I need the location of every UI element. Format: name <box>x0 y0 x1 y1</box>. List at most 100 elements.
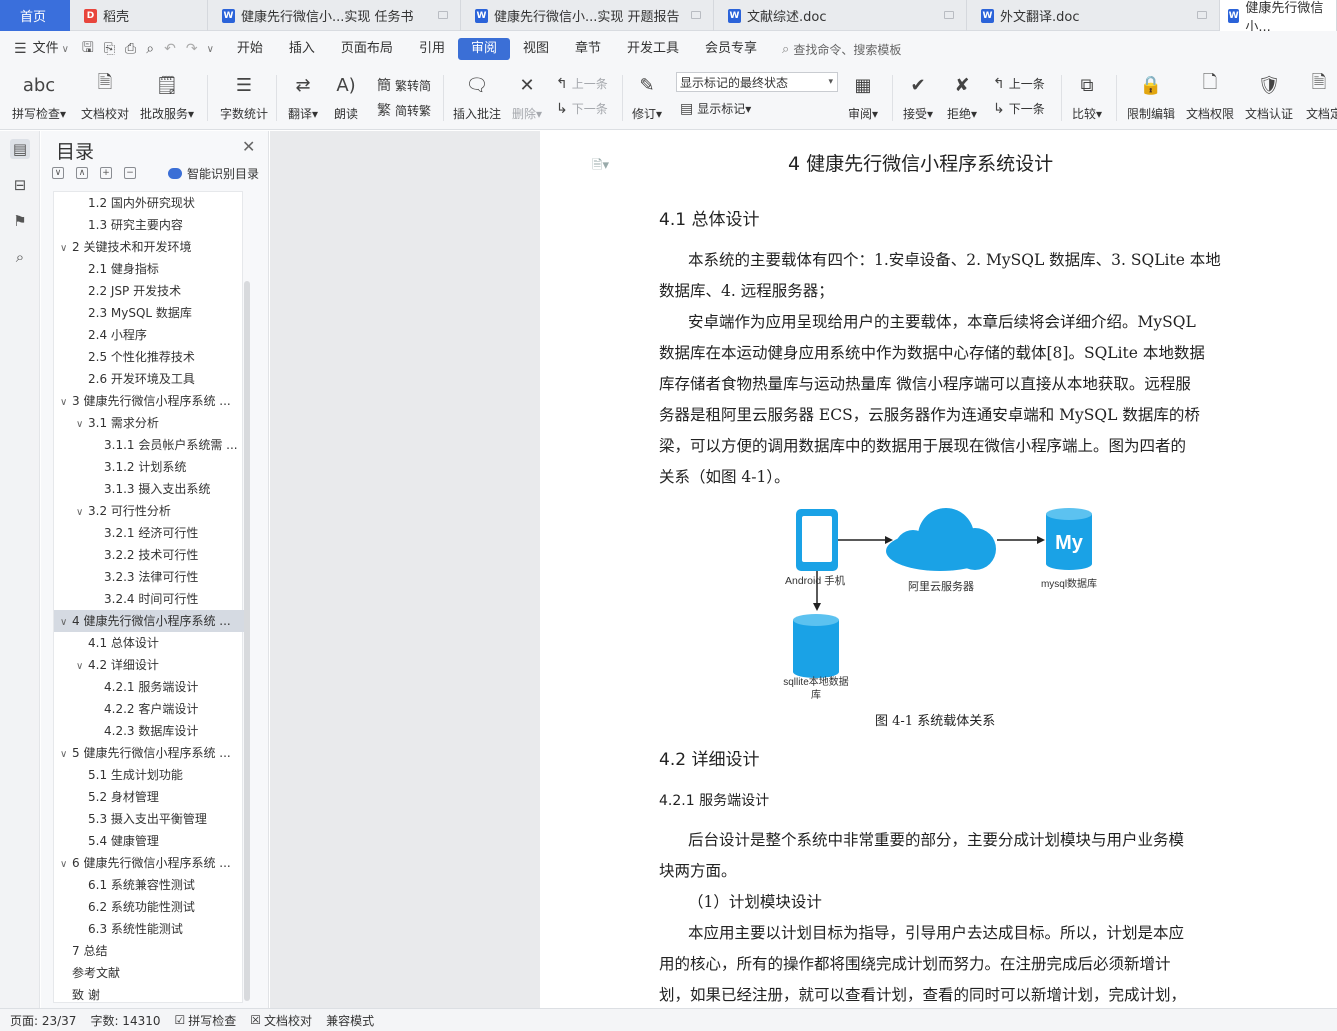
restrict-edit-button[interactable]: 🔒 限制编辑 <box>1127 71 1175 122</box>
expand-up-icon[interactable]: ∧ <box>76 167 88 179</box>
toc-item[interactable]: 5.3 摄入支出平衡管理 <box>54 808 244 830</box>
command-search-input[interactable]: 查找命令、搜索模板 <box>793 41 901 58</box>
tab-doc-translation[interactable]: W 外文翻译.doc <box>967 0 1220 31</box>
toc-item[interactable]: 5.1 生成计划功能 <box>54 764 244 786</box>
chevron-down-icon[interactable]: ∨ <box>76 414 88 434</box>
toc-item[interactable]: 3.2.3 法律可行性 <box>54 566 244 588</box>
reject-button[interactable]: ✘ 拒绝▾ <box>947 71 977 122</box>
toc-icon[interactable]: ▤ <box>10 139 30 159</box>
doc-certify-button[interactable]: 🛡 文档认证 <box>1245 71 1293 122</box>
toc-item[interactable]: 6.3 系统性能测试 <box>54 918 244 940</box>
word-count[interactable]: 字数: 14310 <box>90 1012 160 1029</box>
show-markup-button[interactable]: ▤ 显示标记 ▾ <box>680 100 751 117</box>
toc-item[interactable]: 5.4 健康管理 <box>54 830 244 852</box>
window-icon[interactable] <box>438 11 448 19</box>
tab-home[interactable]: 首页 <box>0 0 70 31</box>
export-icon[interactable]: ⎘ <box>104 41 115 57</box>
read-aloud-button[interactable]: A) 朗读 <box>333 71 359 122</box>
page-format-icon[interactable]: 🗎▾ <box>592 156 609 178</box>
chevron-down-icon[interactable]: ∨ <box>60 854 72 874</box>
undo-icon[interactable]: ↶ <box>164 41 176 57</box>
chevron-down-icon[interactable]: ∨ <box>76 656 88 676</box>
chevron-down-icon[interactable]: ∨ <box>60 238 72 258</box>
tab-doc-proposal[interactable]: W 健康先行微信小...实现 开题报告 <box>461 0 714 31</box>
chevron-down-icon[interactable]: ∨ <box>76 502 88 522</box>
tab-doc-active[interactable]: W 健康先行微信小... <box>1220 0 1337 35</box>
tab-doc-review[interactable]: W 文献综述.doc <box>714 0 967 31</box>
delete-comment-button[interactable]: ✕ 删除▾ <box>512 71 542 122</box>
spell-check-button[interactable]: abc 拼写检查▾ <box>12 71 66 122</box>
toc-item[interactable]: 4.2.2 客户端设计 <box>54 698 244 720</box>
toc-item[interactable]: 2.6 开发环境及工具 <box>54 368 244 390</box>
tab-docer[interactable]: D 稻壳 <box>70 0 208 31</box>
toc-item[interactable]: ∨ 6 健康先行微信小程序系统 ... <box>54 852 244 874</box>
toc-item[interactable]: 1.3 研究主要内容 <box>54 214 244 236</box>
toc-item[interactable]: 参考文献 <box>54 962 244 984</box>
markup-mode-select[interactable]: 显示标记的最终状态 ▾ <box>676 72 838 92</box>
menu-section[interactable]: 章节 <box>562 38 614 60</box>
search-icon[interactable]: ⌕ <box>782 42 789 57</box>
toc-item[interactable]: 3.1.1 会员帐户系统需 ... <box>54 434 244 456</box>
toc-item[interactable]: 3.2.4 时间可行性 <box>54 588 244 610</box>
word-count-button[interactable]: ☰ 字数统计 <box>220 71 268 122</box>
track-changes-button[interactable]: ✎ 修订▾ <box>632 71 662 122</box>
toc-item[interactable]: ∨ 2 关键技术和开发环境 <box>54 236 244 258</box>
toc-item[interactable]: ∨ 5 健康先行微信小程序系统 ... <box>54 742 244 764</box>
toc-item[interactable]: 致 谢 <box>54 984 244 1006</box>
toc-item[interactable]: 6.2 系统功能性测试 <box>54 896 244 918</box>
toc-item[interactable]: 1.2 国内外研究现状 <box>54 192 244 214</box>
window-icon[interactable] <box>944 11 954 19</box>
collapse-all-icon[interactable]: ∨ <box>52 167 64 179</box>
toc-item[interactable]: 4.2.3 数据库设计 <box>54 720 244 742</box>
chapter-icon[interactable]: ⊟ <box>10 175 30 195</box>
search-icon[interactable]: ⌕ <box>10 247 30 267</box>
chevron-down-icon[interactable]: ∨ <box>60 744 72 764</box>
toc-item[interactable]: 2.2 JSP 开发技术 <box>54 280 244 302</box>
toc-item[interactable]: 5.2 身材管理 <box>54 786 244 808</box>
menu-reference[interactable]: 引用 <box>406 38 458 60</box>
accept-button[interactable]: ✔ 接受▾ <box>903 71 933 122</box>
checkbox-icon[interactable]: ☒ <box>250 1013 261 1027</box>
compare-button[interactable]: ⧉ 比较▾ <box>1072 71 1102 122</box>
toc-item[interactable]: ∨ 3 健康先行微信小程序系统 ... <box>54 390 244 412</box>
menu-home[interactable]: 开始 <box>224 38 276 60</box>
toc-item[interactable]: ∨ 4.2 详细设计 <box>54 654 244 676</box>
toc-item[interactable]: 3.1.2 计划系统 <box>54 456 244 478</box>
next-comment-button[interactable]: ↳ 下一条 <box>556 100 608 117</box>
remove-heading-icon[interactable]: − <box>124 167 136 179</box>
toc-item[interactable]: 6.1 系统兼容性测试 <box>54 874 244 896</box>
menu-insert[interactable]: 插入 <box>276 38 328 60</box>
print-preview-icon[interactable]: ⌕ <box>146 41 154 57</box>
review-pane-button[interactable]: ▦ 审阅▾ <box>848 71 878 122</box>
trad-to-simp-button[interactable]: 簡繁转简 <box>377 75 431 95</box>
spell-check-status[interactable]: 拼写检查 <box>188 1012 236 1029</box>
toc-item[interactable]: ∨ 3.1 需求分析 <box>54 412 244 434</box>
doc-more-button[interactable]: 🗎 文档定 <box>1306 71 1337 122</box>
toc-item[interactable]: 2.4 小程序 <box>54 324 244 346</box>
chevron-down-icon[interactable]: ∨ <box>60 392 72 412</box>
window-icon[interactable] <box>691 11 701 19</box>
window-icon[interactable] <box>1197 11 1207 19</box>
close-icon[interactable]: ✕ <box>242 137 255 156</box>
chevron-down-icon[interactable]: ∨ <box>60 612 72 632</box>
toc-item[interactable]: 7 总结 <box>54 940 244 962</box>
menu-member[interactable]: 会员专享 <box>692 38 770 60</box>
toc-item[interactable]: ∨ 3.2 可行性分析 <box>54 500 244 522</box>
doc-permission-button[interactable]: 🗋 文档权限 <box>1186 71 1234 122</box>
toc-item[interactable]: 3.2.1 经济可行性 <box>54 522 244 544</box>
toc-item[interactable]: ∨ 4 健康先行微信小程序系统 ... <box>54 610 244 632</box>
tab-doc-task[interactable]: W 健康先行微信小...实现 任务书 <box>208 0 461 31</box>
menu-devtools[interactable]: 开发工具 <box>614 38 692 60</box>
insert-comment-button[interactable]: 🗨 插入批注 <box>453 71 501 122</box>
next-change-button[interactable]: ↳ 下一条 <box>993 100 1045 117</box>
simp-to-trad-button[interactable]: 繁简转繁 <box>377 100 431 120</box>
redo-icon[interactable]: ↷ <box>186 41 198 57</box>
toc-item[interactable]: 2.1 健身指标 <box>54 258 244 280</box>
toc-item[interactable]: 2.5 个性化推荐技术 <box>54 346 244 368</box>
toc-item[interactable]: 2.3 MySQL 数据库 <box>54 302 244 324</box>
menu-review[interactable]: 审阅 <box>457 38 510 60</box>
toc-item[interactable]: 3.1.3 摄入支出系统 <box>54 478 244 500</box>
add-heading-icon[interactable]: + <box>100 167 112 179</box>
toc-item[interactable]: 4.2.1 服务端设计 <box>54 676 244 698</box>
menu-layout[interactable]: 页面布局 <box>328 38 406 60</box>
